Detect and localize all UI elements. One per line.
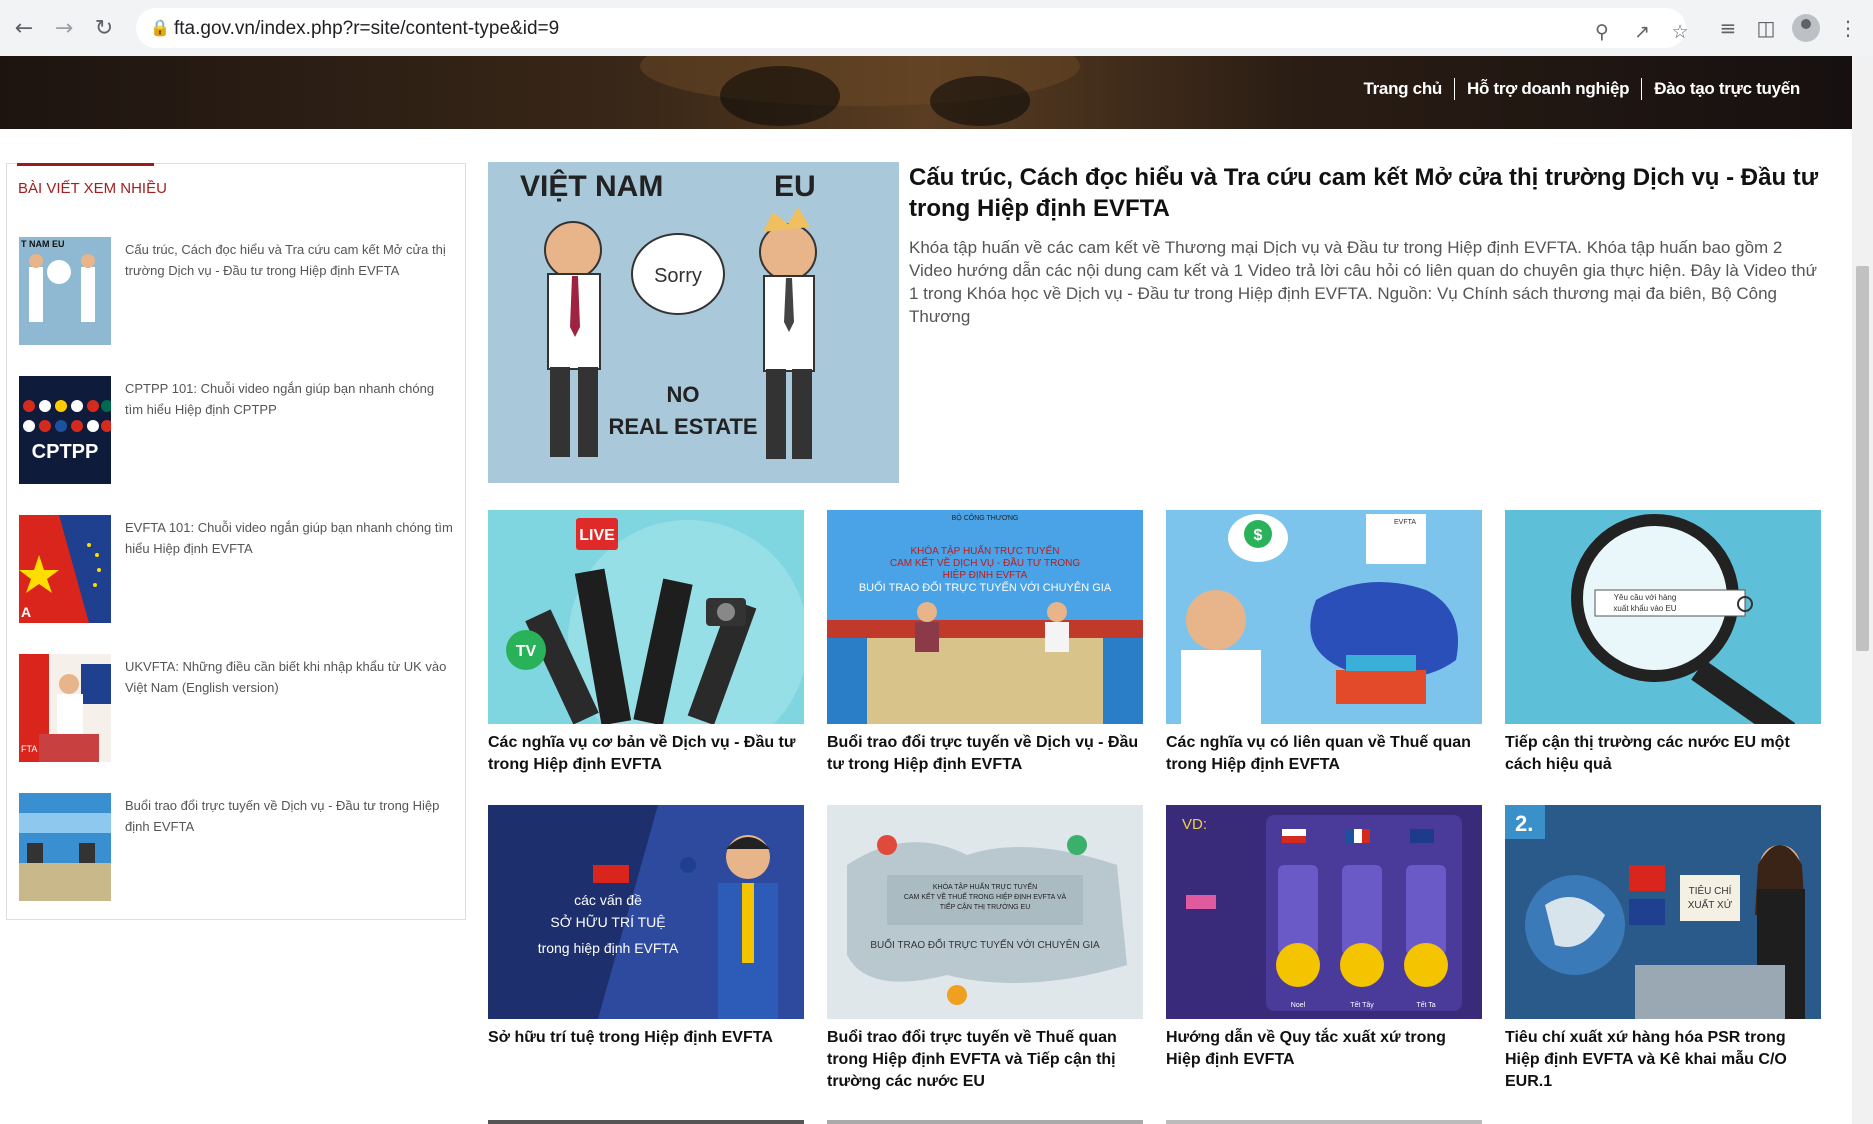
scrollbar-thumb[interactable] — [1856, 266, 1869, 651]
sidebar-item[interactable]: A EVFTA 101: Chuỗi video ngắn giúp bạn n… — [19, 515, 459, 625]
nav-online-training[interactable]: Đào tạo trực tuyến — [1642, 79, 1852, 99]
lock-icon: 🔒 — [150, 18, 170, 37]
card-image-text: CAM KẾT VỀ DỊCH VỤ - ĐẦU TƯ TRONG — [890, 556, 1080, 569]
card-image-text: TV — [516, 643, 537, 660]
card-image-text: EVFTA — [1394, 519, 1416, 526]
card-image-text: BỘ CÔNG THƯƠNG — [952, 513, 1019, 522]
sidebar-thumbnail[interactable]: T NAM EU — [19, 237, 111, 345]
reading-list-icon[interactable]: ≡ — [1714, 14, 1742, 42]
bookmark-star-icon[interactable]: ☆ — [1668, 20, 1692, 44]
card-thumbnail[interactable]: VD: Noel Tết Tây Tết Ta — [1166, 805, 1482, 1019]
card-thumbnail[interactable]: BỘ CÔNG THƯƠNG KHÓA TẬP HUẤN TRỰC TUYẾN … — [827, 510, 1143, 724]
card-thumbnail[interactable]: KHÓA TẬP HUẤN TRỰC TUYẾN CAM KẾT VỀ THUẾ… — [827, 805, 1143, 1019]
next-row-card-edge — [488, 1120, 804, 1124]
sidebar-thumbnail[interactable] — [19, 793, 111, 901]
site-nav: Trang chủ Hỗ trợ doanh nghiệp Đào tạo tr… — [1351, 78, 1852, 100]
card-image-text: KHÓA TẬP HUẤN TRỰC TUYẾN — [911, 544, 1060, 557]
next-row-card-edge — [827, 1120, 1143, 1124]
sidebar-title: BÀI VIẾT XEM NHIỀU — [18, 180, 167, 197]
card-title[interactable]: Buổi trao đổi trực tuyến về Thuế quan tr… — [827, 1027, 1143, 1093]
card-image-text: BUỔI TRAO ĐỔI TRỰC TUYẾN VỚI CHUYÊN GIA — [859, 581, 1112, 594]
sidebar-item[interactable]: T NAM EU Cấu trúc, Cách đọc hiểu và Tra … — [19, 237, 459, 347]
card-thumbnail[interactable]: 2. TIÊU CHÍ XUẤT XỨ — [1505, 805, 1821, 1019]
menu-kebab-icon[interactable]: ⋮ — [1834, 14, 1862, 42]
card-thumbnail[interactable]: Yêu cầu với hàng xuất khẩu vào EU — [1505, 510, 1821, 724]
title-underline — [17, 163, 154, 166]
card-thumbnail[interactable]: LIVE TV — [488, 510, 804, 724]
card-image-text: $ — [1254, 527, 1263, 544]
card-image-text: 2. — [1515, 811, 1533, 836]
sidebar-item[interactable]: CPTPP CPTPP 101: Chuỗi video ngắn giúp b… — [19, 376, 459, 486]
side-panel-icon[interactable]: ◫ — [1752, 14, 1780, 42]
back-icon[interactable]: ← — [8, 12, 40, 44]
featured-image-right-label: EU — [774, 170, 816, 203]
most-viewed-sidebar: BÀI VIẾT XEM NHIỀU T NAM EU Cấu trúc, Cá… — [6, 163, 466, 920]
address-bar[interactable]: 🔒 fta.gov.vn/index.php?r=site/content-ty… — [136, 8, 1689, 48]
sidebar-item-label[interactable]: UKVFTA: Những điều cần biết khi nhập khẩ… — [125, 656, 455, 698]
card-title[interactable]: Các nghĩa vụ cơ bản về Dịch vụ - Đầu tư … — [488, 732, 804, 776]
card-thumbnail[interactable]: $ EVFTA — [1166, 510, 1482, 724]
card-image-text: trong hiệp định EVFTA — [538, 940, 679, 956]
card-title[interactable]: Tiếp cận thị trường các nước EU một cách… — [1505, 732, 1821, 776]
nav-business-support[interactable]: Hỗ trợ doanh nghiệp — [1455, 79, 1641, 99]
thumb-caption: T NAM EU — [21, 239, 65, 249]
card-image-text: VD: — [1182, 816, 1207, 833]
featured-image-left-label: VIỆT NAM — [520, 169, 663, 203]
thumb-caption: CPTPP — [32, 441, 99, 463]
card-image-text: Noel — [1291, 1002, 1306, 1009]
profile-avatar-icon[interactable] — [1792, 14, 1820, 42]
card-image-text: LIVE — [579, 527, 615, 544]
card-image-text: Tết Tây — [1350, 1000, 1374, 1009]
thumb-caption: FTA — [21, 744, 37, 754]
reload-icon[interactable]: ↻ — [88, 12, 120, 44]
site-header: Trang chủ Hỗ trợ doanh nghiệp Đào tạo tr… — [0, 56, 1852, 129]
card-image-text: SỞ HỮU TRÍ TUỆ — [550, 913, 665, 930]
card-title[interactable]: Sở hữu trí tuệ trong Hiệp định EVFTA — [488, 1027, 804, 1049]
browser-toolbar: ← → ↻ 🔒 fta.gov.vn/index.php?r=site/cont… — [0, 0, 1873, 57]
featured-image[interactable]: VIỆT NAM EU Sorry NO REAL ESTATE — [488, 162, 899, 483]
page-scrollbar[interactable] — [1852, 56, 1873, 1124]
card-image-text: Yêu cầu với hàng — [1614, 593, 1677, 602]
featured-image-sign-line1: NO — [667, 382, 700, 407]
sidebar-item[interactable]: FTA UKVFTA: Những điều cần biết khi nhập… — [19, 654, 459, 764]
card-title[interactable]: Các nghĩa vụ có liên quan về Thuế quan t… — [1166, 732, 1482, 776]
next-row-card-edge — [1166, 1120, 1482, 1124]
card-thumbnail[interactable]: các vấn đề SỞ HỮU TRÍ TUỆ trong hiệp địn… — [488, 805, 804, 1019]
zoom-icon[interactable]: ⚲ — [1590, 20, 1614, 44]
featured-image-sign-line2: REAL ESTATE — [608, 414, 757, 439]
card-title[interactable]: Tiêu chí xuất xứ hàng hóa PSR trong Hiệp… — [1505, 1027, 1821, 1093]
card-image-text: các vấn đề — [574, 892, 642, 908]
sidebar-item-label[interactable]: Buổi trao đổi trực tuyến về Dịch vụ - Đầ… — [125, 795, 455, 837]
thumb-caption: A — [21, 604, 31, 620]
sidebar-item-label[interactable]: Cấu trúc, Cách đọc hiểu và Tra cứu cam k… — [125, 239, 455, 281]
card-image-text: TIÊU CHÍ — [1689, 884, 1732, 897]
featured-image-bubble: Sorry — [654, 265, 702, 287]
card-title[interactable]: Buổi trao đổi trực tuyến về Dịch vụ - Đầ… — [827, 732, 1143, 776]
sidebar-thumbnail[interactable]: A — [19, 515, 111, 623]
sidebar-item-label[interactable]: CPTPP 101: Chuỗi video ngắn giúp bạn nha… — [125, 378, 455, 420]
card-image-text: XUẤT XỨ — [1688, 898, 1733, 911]
card-image-text: xuất khẩu vào EU — [1613, 604, 1676, 613]
nav-home[interactable]: Trang chủ — [1351, 79, 1454, 99]
forward-icon[interactable]: → — [48, 12, 80, 44]
card-title[interactable]: Hướng dẫn về Quy tắc xuất xứ trong Hiệp … — [1166, 1027, 1482, 1071]
sidebar-item[interactable]: Buổi trao đổi trực tuyến về Dịch vụ - Đầ… — [19, 793, 459, 903]
sidebar-thumbnail[interactable]: FTA — [19, 654, 111, 762]
card-image-text: Tết Ta — [1416, 1000, 1435, 1009]
sidebar-thumbnail[interactable]: CPTPP — [19, 376, 111, 484]
share-icon[interactable]: ↗ — [1630, 20, 1654, 44]
featured-title[interactable]: Cấu trúc, Cách đọc hiểu và Tra cứu cam k… — [909, 162, 1829, 224]
card-image-text: BUỔI TRAO ĐỔI TRỰC TUYẾN VỚI CHUYÊN GIA — [870, 938, 1100, 951]
sidebar-item-label[interactable]: EVFTA 101: Chuỗi video ngắn giúp bạn nha… — [125, 517, 455, 559]
url-text: fta.gov.vn/index.php?r=site/content-type… — [174, 18, 560, 39]
featured-description: Khóa tập huấn về các cam kết về Thương m… — [909, 238, 1817, 326]
card-image-text: HIỆP ĐỊNH EVFTA — [943, 568, 1028, 581]
